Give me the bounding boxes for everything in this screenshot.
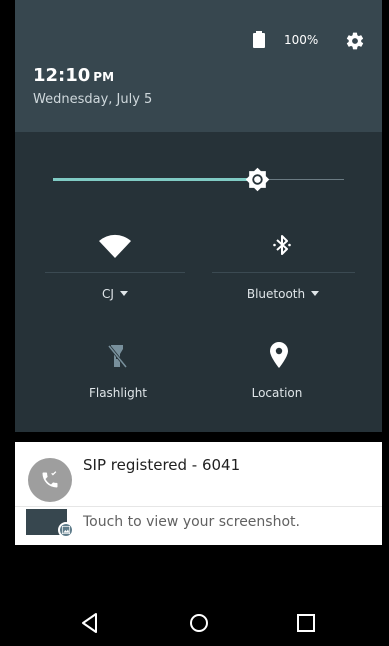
back-icon[interactable] — [77, 610, 103, 636]
notification-separator — [15, 506, 382, 507]
chevron-down-icon[interactable] — [311, 291, 320, 296]
sip-notification-avatar — [28, 458, 72, 502]
screenshot-badge — [58, 522, 74, 538]
gear-icon[interactable] — [345, 31, 365, 51]
clock-time: 12:10 — [33, 65, 91, 86]
tile-wifi[interactable]: CJ — [45, 287, 185, 301]
location-icon[interactable] — [270, 342, 288, 368]
battery-icon — [253, 31, 265, 48]
image-icon — [62, 526, 70, 534]
clock-ampm: PM — [93, 70, 115, 84]
brightness-track[interactable] — [256, 179, 344, 180]
tile-divider — [212, 272, 355, 273]
home-icon[interactable] — [186, 610, 212, 636]
brightness-track-filled[interactable] — [53, 178, 257, 181]
wifi-icon[interactable] — [99, 234, 131, 258]
tile-flashlight-label: Flashlight — [88, 386, 148, 400]
screen: 100% 12:10 PM Wednesday, July 5 CJ Blueto… — [0, 0, 389, 646]
tile-location[interactable]: Location — [207, 386, 347, 400]
flashlight-off-icon[interactable] — [105, 343, 129, 369]
brightness-thumb-icon[interactable] — [245, 167, 270, 192]
tile-bluetooth-label: Bluetooth — [246, 287, 306, 301]
chevron-down-icon[interactable] — [119, 291, 128, 296]
tile-bluetooth[interactable]: Bluetooth — [213, 287, 353, 301]
tile-flashlight[interactable]: Flashlight — [48, 386, 188, 400]
tile-wifi-label: CJ — [102, 287, 114, 301]
sip-notification-title[interactable]: SIP registered - 6041 — [83, 456, 240, 474]
phone-call-icon — [42, 471, 58, 488]
date: Wednesday, July 5 — [33, 92, 153, 107]
bluetooth-icon[interactable] — [270, 233, 294, 257]
battery-percent: 100% — [284, 33, 319, 47]
recents-icon[interactable] — [293, 610, 319, 636]
tile-divider — [45, 272, 185, 273]
tile-location-label: Location — [251, 386, 303, 400]
screenshot-notification-text[interactable]: Touch to view your screenshot. — [83, 514, 300, 530]
clock: 12:10 PM — [33, 65, 114, 86]
navigation-bar — [0, 598, 389, 646]
